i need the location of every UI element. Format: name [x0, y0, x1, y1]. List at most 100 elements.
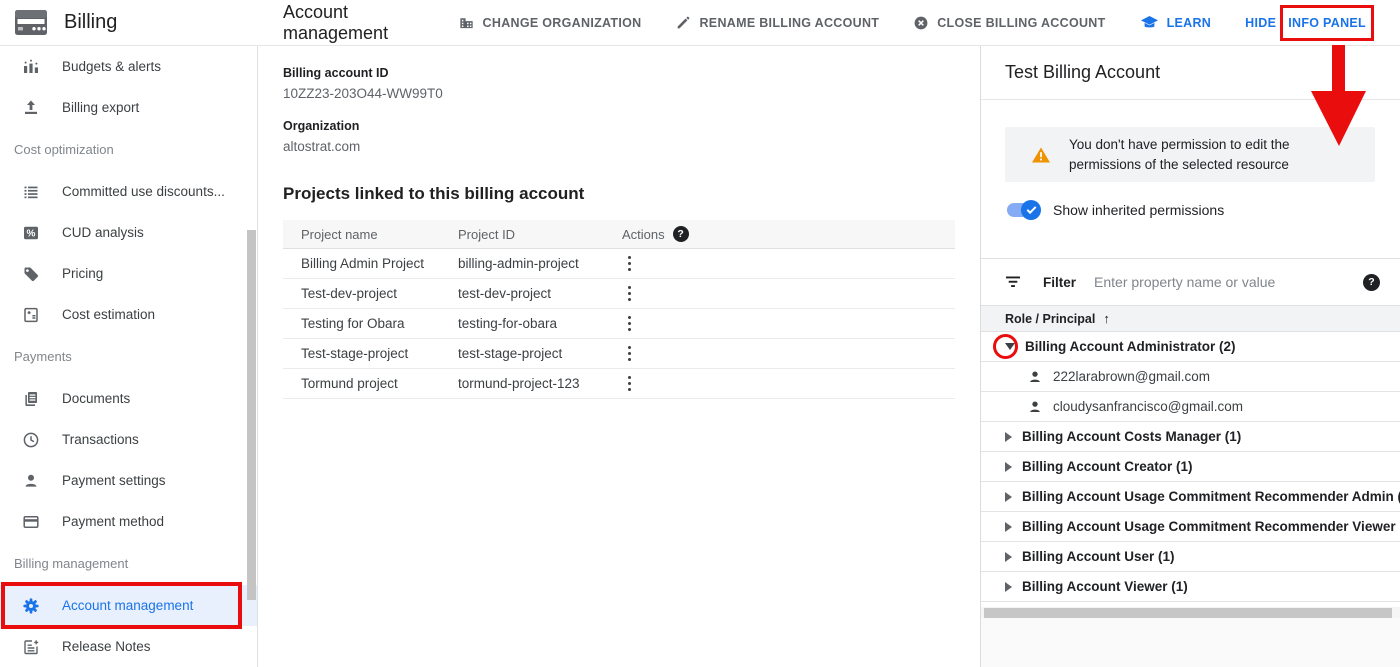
person-icon: [22, 472, 40, 490]
sidebar-item-committed-use-discounts[interactable]: Committed use discounts...: [0, 171, 257, 212]
member-email: cloudysanfrancisco@gmail.com: [1053, 399, 1243, 414]
role-name: Billing Account User (1): [1022, 549, 1175, 564]
role-row-expanded[interactable]: Billing Account Administrator (2): [981, 332, 1400, 362]
row-actions-menu-button[interactable]: [622, 372, 637, 395]
hide-info-panel-label-prefix: HIDE: [1245, 16, 1276, 30]
sidebar-item-documents[interactable]: Documents: [0, 378, 257, 419]
hide-info-panel-button[interactable]: HIDE INFO PANEL: [1245, 5, 1374, 41]
change-organization-button[interactable]: CHANGE ORGANIZATION: [458, 14, 642, 31]
rename-billing-account-button[interactable]: RENAME BILLING ACCOUNT: [675, 15, 879, 31]
sidebar-section-payments: Payments: [0, 335, 257, 378]
sidebar-item-budgets-alerts[interactable]: Budgets & alerts: [0, 46, 257, 87]
sidebar-item-release-notes[interactable]: Release Notes: [0, 626, 257, 667]
show-inherited-permissions-toggle[interactable]: [1005, 200, 1041, 220]
filter-icon: [1005, 275, 1021, 289]
row-actions-menu-button[interactable]: [622, 312, 637, 335]
chevron-down-icon[interactable]: [1005, 343, 1015, 350]
sidebar-item-account-management[interactable]: Account management: [0, 585, 257, 626]
billing-account-id-label: Billing account ID: [283, 66, 956, 80]
role-name: Billing Account Usage Commitment Recomme…: [1022, 519, 1400, 534]
help-icon[interactable]: ?: [1363, 274, 1380, 291]
warning-triangle-icon: [1031, 146, 1051, 164]
product-logo-area: Billing: [0, 10, 258, 35]
filter-input[interactable]: [1094, 274, 1363, 290]
close-circle-icon: [913, 15, 929, 31]
member-row: cloudysanfrancisco@gmail.com: [981, 392, 1400, 422]
sidebar-scrollbar[interactable]: [247, 230, 256, 600]
role-row-collapsed[interactable]: Billing Account User (1): [981, 542, 1400, 572]
sidebar-item-billing-export[interactable]: Billing export: [0, 87, 257, 128]
billing-console: Billing Account management: [0, 0, 1400, 667]
role-name: Billing Account Viewer (1): [1022, 579, 1188, 594]
row-actions-menu-button[interactable]: [622, 282, 637, 305]
row-actions-menu-button[interactable]: [622, 342, 637, 365]
bar-chart-icon: [22, 58, 40, 76]
column-header-actions: Actions ?: [613, 226, 955, 242]
hide-info-panel-label-boxed: INFO PANEL: [1288, 16, 1366, 30]
permission-warning-banner: You don't have permission to edit the pe…: [1005, 127, 1375, 182]
row-actions-menu-button[interactable]: [622, 252, 637, 275]
credit-card-icon: [22, 513, 40, 531]
sidebar-item-cost-estimation[interactable]: Cost estimation: [0, 294, 257, 335]
projects-table: Project name Project ID Actions ? Billin…: [283, 220, 955, 399]
page-title: Account management: [283, 2, 458, 44]
sidebar-item-label: CUD analysis: [62, 225, 144, 240]
pencil-icon: [675, 15, 691, 31]
role-row-collapsed[interactable]: Billing Account Usage Commitment Recomme…: [981, 482, 1400, 512]
project-id-cell: billing-admin-project: [458, 256, 613, 271]
clock-icon: [22, 431, 40, 449]
table-row: Test-stage-project test-stage-project: [283, 339, 955, 369]
role-row-collapsed[interactable]: Billing Account Usage Commitment Recomme…: [981, 512, 1400, 542]
role-name: Billing Account Costs Manager (1): [1022, 429, 1241, 444]
chevron-right-icon[interactable]: [1005, 462, 1012, 472]
table-row: Test-dev-project test-dev-project: [283, 279, 955, 309]
sidebar-item-payment-method[interactable]: Payment method: [0, 501, 257, 542]
actions-header-label: Actions: [622, 227, 665, 242]
sidebar-section-cost-optimization: Cost optimization: [0, 128, 257, 171]
sidebar-item-label: Pricing: [62, 266, 103, 281]
chevron-right-icon[interactable]: [1005, 522, 1012, 532]
column-header-project-id: Project ID: [458, 227, 613, 242]
sidebar-item-payment-settings[interactable]: Payment settings: [0, 460, 257, 501]
project-name-cell: Billing Admin Project: [283, 256, 458, 271]
chevron-right-icon[interactable]: [1005, 552, 1012, 562]
sidebar-item-label: Release Notes: [62, 639, 151, 654]
sidebar-item-label: Cost estimation: [62, 307, 155, 322]
chevron-right-icon[interactable]: [1005, 582, 1012, 592]
main-content: Billing account ID 10ZZ23-203O44-WW99T0 …: [259, 46, 980, 667]
sidebar-item-pricing[interactable]: Pricing: [0, 253, 257, 294]
learn-button[interactable]: LEARN: [1140, 14, 1212, 31]
chevron-right-icon[interactable]: [1005, 432, 1012, 442]
table-row: Billing Admin Project billing-admin-proj…: [283, 249, 955, 279]
toggle-label: Show inherited permissions: [1053, 202, 1224, 218]
project-name-cell: Tormund project: [283, 376, 458, 391]
sidebar-item-transactions[interactable]: Transactions: [0, 419, 257, 460]
role-row-collapsed[interactable]: Billing Account Costs Manager (1): [981, 422, 1400, 452]
check-icon: [1026, 204, 1036, 214]
help-icon[interactable]: ?: [673, 226, 689, 242]
rename-billing-account-label: RENAME BILLING ACCOUNT: [699, 16, 879, 30]
role-row-collapsed[interactable]: Billing Account Creator (1): [981, 452, 1400, 482]
sidebar-nav: Budgets & alerts Billing export Cost opt…: [0, 46, 258, 667]
billing-account-id-field: Billing account ID 10ZZ23-203O44-WW99T0: [283, 66, 956, 101]
member-email: 222larabrown@gmail.com: [1053, 369, 1210, 384]
info-panel-bottom-area: [981, 618, 1400, 667]
billing-product-icon: [15, 10, 47, 35]
project-name-cell: Testing for Obara: [283, 316, 458, 331]
person-icon: [1027, 369, 1043, 385]
info-panel-horizontal-scrollbar[interactable]: [981, 607, 1400, 618]
sidebar-item-label: Account management: [62, 598, 193, 613]
organization-label: Organization: [283, 119, 956, 133]
gear-icon: [22, 597, 40, 615]
info-panel-title: Test Billing Account: [981, 46, 1400, 100]
learn-label: LEARN: [1167, 16, 1212, 30]
close-billing-account-button[interactable]: CLOSE BILLING ACCOUNT: [913, 15, 1105, 31]
role-row-collapsed[interactable]: Billing Account Viewer (1): [981, 572, 1400, 602]
sidebar-item-cud-analysis[interactable]: % CUD analysis: [0, 212, 257, 253]
chevron-right-icon[interactable]: [1005, 492, 1012, 502]
graduation-cap-icon: [1140, 14, 1159, 31]
member-row: 222larabrown@gmail.com: [981, 362, 1400, 392]
role-principal-column-header[interactable]: Role / Principal ↑: [981, 305, 1400, 332]
person-icon: [1027, 399, 1043, 415]
sidebar-item-label: Committed use discounts...: [62, 184, 225, 199]
